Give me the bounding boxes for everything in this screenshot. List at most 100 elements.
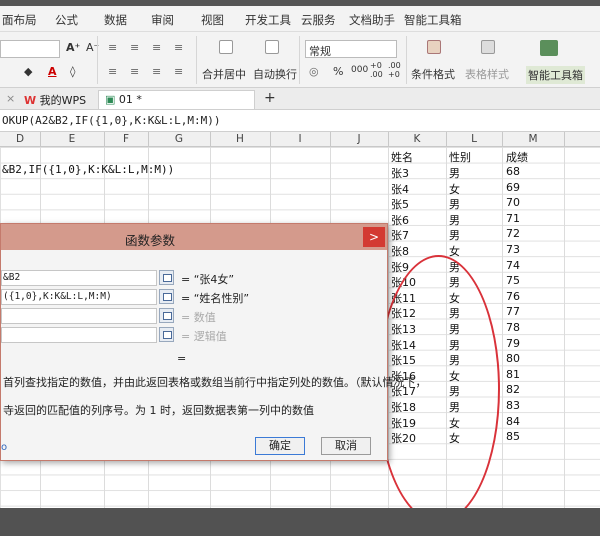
smart-toolbox-icon[interactable]: [540, 40, 558, 56]
row-name-cell[interactable]: 张5: [391, 196, 409, 212]
dialog-close-button[interactable]: >: [363, 227, 385, 247]
row-gender-cell[interactable]: 男: [449, 212, 460, 228]
align-right-icon[interactable]: ≡: [152, 65, 161, 78]
align-top-icon[interactable]: ≡: [108, 41, 117, 54]
range-select-icon[interactable]: [159, 308, 174, 323]
conditional-format-button[interactable]: 条件格式: [411, 66, 455, 82]
row-score-cell[interactable]: 83: [506, 399, 520, 412]
align-bottom-icon[interactable]: ≡: [152, 41, 161, 54]
range-select-icon[interactable]: [159, 270, 174, 285]
header-gender[interactable]: 性别: [449, 149, 471, 165]
percent-button[interactable]: %: [333, 65, 343, 78]
align-middle-icon[interactable]: ≡: [130, 41, 139, 54]
row-gender-cell[interactable]: 男: [449, 165, 460, 181]
row-score-cell[interactable]: 76: [506, 290, 520, 303]
menu-cloud[interactable]: 云服务: [301, 12, 336, 28]
range-select-icon[interactable]: [159, 327, 174, 342]
menu-page-layout[interactable]: 面布局: [2, 12, 37, 28]
smart-toolbox-button[interactable]: 智能工具箱: [526, 66, 585, 84]
align-center-icon[interactable]: ≡: [130, 65, 139, 78]
auto-wrap-icon[interactable]: [265, 40, 279, 54]
row-name-cell[interactable]: 张3: [391, 165, 409, 181]
col-header-d[interactable]: D: [0, 133, 40, 145]
header-name[interactable]: 姓名: [391, 149, 413, 165]
range-select-icon[interactable]: [159, 289, 174, 304]
table-style-button[interactable]: 表格样式: [465, 66, 509, 82]
row-gender-cell[interactable]: 女: [449, 243, 460, 259]
thousands-button[interactable]: 000: [351, 65, 368, 75]
font-color-icon[interactable]: A: [48, 65, 57, 78]
menu-review[interactable]: 审阅: [151, 12, 174, 28]
clear-format-icon[interactable]: ◊: [70, 65, 75, 78]
formula-bar[interactable]: OKUP(A2&B2,IF({1,0},K:K&L:L,M:M)): [0, 110, 600, 132]
row-score-cell[interactable]: 73: [506, 243, 520, 256]
menu-formula[interactable]: 公式: [55, 12, 78, 28]
active-cell-formula[interactable]: &B2,IF({1,0},K:K&L:L,M:M)): [2, 163, 174, 176]
header-score[interactable]: 成绩: [506, 149, 528, 165]
row-score-cell[interactable]: 85: [506, 430, 520, 443]
merge-center-button[interactable]: 合并居中: [202, 66, 246, 82]
grow-font-icon[interactable]: A⁺: [66, 41, 80, 54]
row-gender-cell[interactable]: 男: [449, 196, 460, 212]
row-gender-cell[interactable]: 男: [449, 227, 460, 243]
col-header-m[interactable]: M: [502, 133, 564, 145]
row-score-cell[interactable]: 74: [506, 259, 520, 272]
row-score-cell[interactable]: 79: [506, 337, 520, 350]
auto-wrap-button[interactable]: 自动换行: [253, 66, 297, 82]
new-tab-button[interactable]: +: [264, 90, 276, 106]
row-name-cell[interactable]: 张6: [391, 212, 409, 228]
arg-range-lookup-input[interactable]: [1, 327, 157, 343]
row-score-cell[interactable]: 77: [506, 305, 520, 318]
row-score-cell[interactable]: 68: [506, 165, 520, 178]
table-style-icon[interactable]: [481, 40, 495, 54]
tab-file-01[interactable]: ▣ 01 *: [98, 90, 255, 109]
arg-col-index-input[interactable]: [1, 308, 157, 324]
menu-developer[interactable]: 开发工具: [245, 12, 291, 28]
conditional-format-icon[interactable]: [427, 40, 441, 54]
row-score-cell[interactable]: 71: [506, 212, 520, 225]
menu-smart-toolbox[interactable]: 智能工具箱: [404, 12, 462, 28]
number-format-select[interactable]: 常规: [305, 40, 397, 58]
row-name-cell[interactable]: 张9: [391, 259, 409, 275]
merge-center-icon[interactable]: [219, 40, 233, 54]
col-header-h[interactable]: H: [210, 133, 270, 145]
col-header-l[interactable]: L: [446, 133, 502, 145]
row-score-cell[interactable]: 82: [506, 383, 520, 396]
increase-decimal-icon[interactable]: +0.00: [370, 61, 383, 79]
font-size-combo[interactable]: [0, 40, 60, 58]
row-score-cell[interactable]: 72: [506, 227, 520, 240]
row-name-cell[interactable]: 张8: [391, 243, 409, 259]
row-score-cell[interactable]: 70: [506, 196, 520, 209]
row-score-cell[interactable]: 69: [506, 181, 520, 194]
row-score-cell[interactable]: 75: [506, 274, 520, 287]
row-score-cell[interactable]: 78: [506, 321, 520, 334]
align-left-icon[interactable]: ≡: [108, 65, 117, 78]
row-score-cell[interactable]: 81: [506, 368, 520, 381]
row-score-cell[interactable]: 84: [506, 415, 520, 428]
ok-button[interactable]: 确定: [255, 437, 305, 455]
cancel-button[interactable]: 取消: [321, 437, 371, 455]
col-header-k[interactable]: K: [388, 133, 446, 145]
row-score-cell[interactable]: 80: [506, 352, 520, 365]
col-header-f[interactable]: F: [104, 133, 148, 145]
menu-data[interactable]: 数据: [104, 12, 127, 28]
help-link[interactable]: o: [1, 442, 7, 453]
col-header-g[interactable]: G: [148, 133, 210, 145]
justify-icon[interactable]: ≡: [174, 65, 183, 78]
row-name-cell[interactable]: 张7: [391, 227, 409, 243]
row-name-cell[interactable]: 张4: [391, 181, 409, 197]
dialog-title-bar[interactable]: 函数参数 >: [1, 224, 387, 250]
fill-color-icon[interactable]: ◆: [24, 65, 32, 78]
currency-icon[interactable]: ◎: [309, 65, 319, 78]
col-header-e[interactable]: E: [40, 133, 104, 145]
menu-doc-assistant[interactable]: 文档助手: [349, 12, 395, 28]
indent-icon[interactable]: ≡: [174, 41, 183, 54]
tab-my-wps[interactable]: W 我的WPS: [18, 90, 92, 109]
decrease-decimal-icon[interactable]: .00 +0: [388, 61, 401, 79]
arg-lookup-value-input[interactable]: &B2: [1, 270, 157, 286]
menu-view[interactable]: 视图: [201, 12, 224, 28]
row-gender-cell[interactable]: 女: [449, 181, 460, 197]
close-tab-icon[interactable]: ×: [6, 92, 15, 105]
col-header-j[interactable]: J: [330, 133, 388, 145]
col-header-i[interactable]: I: [270, 133, 330, 145]
